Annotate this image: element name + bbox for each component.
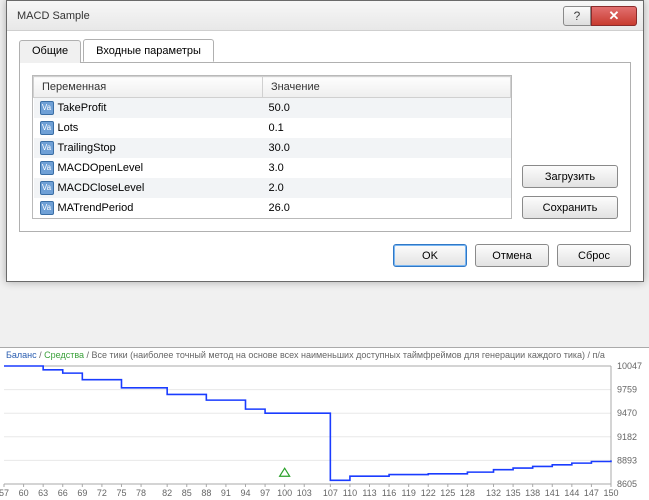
variable-icon: Va [40, 101, 54, 115]
svg-text:85: 85 [182, 488, 192, 498]
svg-text:9182: 9182 [617, 432, 637, 442]
table-row[interactable]: Va MATrendPeriod 26.0 [34, 198, 511, 218]
svg-text:128: 128 [460, 488, 475, 498]
chart-area: Баланс / Средства / Все тики (наиболее т… [0, 347, 649, 500]
svg-text:69: 69 [77, 488, 87, 498]
svg-text:78: 78 [136, 488, 146, 498]
table-row[interactable]: Va TakeProfit 50.0 [34, 98, 511, 119]
cancel-button[interactable]: Отмена [475, 244, 549, 267]
dialog-window: MACD Sample ? ✕ Общие Входные параметры … [6, 0, 644, 282]
chart-header-funds: Средства [44, 350, 84, 360]
svg-text:122: 122 [421, 488, 436, 498]
svg-text:8893: 8893 [617, 455, 637, 465]
svg-text:66: 66 [58, 488, 68, 498]
variable-name: TrailingStop [58, 142, 116, 154]
svg-text:72: 72 [97, 488, 107, 498]
table-row[interactable]: Va TrailingStop 30.0 [34, 138, 511, 158]
variable-value[interactable]: 26.0 [262, 198, 510, 218]
variable-value[interactable]: 0.1 [262, 118, 510, 138]
svg-text:107: 107 [323, 488, 338, 498]
svg-text:150: 150 [603, 488, 618, 498]
load-button[interactable]: Загрузить [522, 165, 618, 188]
svg-text:113: 113 [362, 488, 376, 498]
tab-inputs[interactable]: Входные параметры [83, 39, 214, 62]
svg-text:144: 144 [564, 488, 579, 498]
variable-value[interactable]: 50.0 [262, 98, 510, 119]
table-row[interactable]: Va MACDOpenLevel 3.0 [34, 158, 511, 178]
variable-value[interactable]: 2.0 [262, 178, 510, 198]
close-button[interactable]: ✕ [591, 6, 637, 26]
svg-text:132: 132 [486, 488, 501, 498]
tab-pane-inputs: Переменная Значение Va TakeProfit 50.0 Va Lo… [19, 63, 631, 232]
variable-name: Lots [58, 122, 79, 134]
svg-text:138: 138 [525, 488, 540, 498]
variable-value[interactable]: 30.0 [262, 138, 510, 158]
svg-text:116: 116 [382, 488, 396, 498]
svg-text:135: 135 [506, 488, 521, 498]
table-row[interactable]: Va MACDCloseLevel 2.0 [34, 178, 511, 198]
variable-icon: Va [40, 121, 54, 135]
svg-text:141: 141 [545, 488, 560, 498]
save-button[interactable]: Сохранить [522, 196, 618, 219]
svg-text:100: 100 [277, 488, 292, 498]
dialog-body: Общие Входные параметры Переменная Значе… [7, 31, 643, 281]
variable-name: MACDOpenLevel [58, 162, 144, 174]
svg-text:88: 88 [201, 488, 211, 498]
chart-header-suffix: п/а [593, 350, 605, 360]
tab-general[interactable]: Общие [19, 40, 81, 63]
reset-button[interactable]: Сброс [557, 244, 631, 267]
svg-text:75: 75 [116, 488, 126, 498]
variable-value[interactable]: 3.0 [262, 158, 510, 178]
svg-text:57: 57 [0, 488, 9, 498]
svg-text:9759: 9759 [617, 385, 637, 395]
svg-text:10047: 10047 [617, 362, 642, 371]
svg-text:97: 97 [260, 488, 270, 498]
svg-text:119: 119 [401, 488, 415, 498]
svg-text:63: 63 [38, 488, 48, 498]
variable-name: MATrendPeriod [58, 202, 134, 214]
svg-text:60: 60 [19, 488, 29, 498]
params-grid: Переменная Значение Va TakeProfit 50.0 Va Lo… [32, 75, 512, 219]
balance-chart: 1004797599470918288938605576063666972757… [0, 362, 649, 500]
variable-icon: Va [40, 201, 54, 215]
svg-text:125: 125 [440, 488, 455, 498]
bottom-buttons: OK Отмена Сброс [19, 232, 631, 269]
svg-text:147: 147 [584, 488, 599, 498]
svg-text:91: 91 [221, 488, 231, 498]
variable-name: MACDCloseLevel [58, 182, 145, 194]
table-row[interactable]: Va Lots 0.1 [34, 118, 511, 138]
titlebar: MACD Sample ? ✕ [7, 1, 643, 31]
svg-text:9470: 9470 [617, 408, 637, 418]
svg-text:8605: 8605 [617, 479, 637, 489]
help-button[interactable]: ? [563, 6, 591, 26]
variable-name: TakeProfit [58, 102, 107, 114]
tab-bar: Общие Входные параметры [19, 39, 631, 63]
chart-header: Баланс / Средства / Все тики (наиболее т… [0, 348, 649, 362]
ok-button[interactable]: OK [393, 244, 467, 267]
svg-text:110: 110 [343, 488, 357, 498]
window-title: MACD Sample [17, 10, 563, 22]
variable-icon: Va [40, 141, 54, 155]
svg-text:82: 82 [162, 488, 172, 498]
chart-header-desc: Все тики (наиболее точный метод на основ… [92, 350, 585, 360]
svg-text:103: 103 [297, 488, 312, 498]
chart-header-balance: Баланс [6, 350, 37, 360]
svg-text:94: 94 [240, 488, 250, 498]
col-variable[interactable]: Переменная [34, 77, 263, 98]
variable-icon: Va [40, 181, 54, 195]
side-buttons: Загрузить Сохранить [522, 75, 618, 219]
col-value[interactable]: Значение [262, 77, 510, 98]
variable-icon: Va [40, 161, 54, 175]
